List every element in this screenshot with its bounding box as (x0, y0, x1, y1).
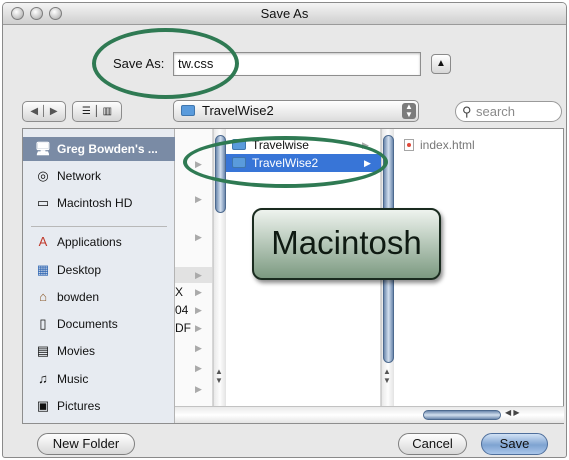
title-bar: Save As (3, 3, 566, 25)
cancel-button[interactable]: Cancel (398, 433, 467, 455)
list-item[interactable]: 04 (175, 301, 188, 319)
chevron-right-icon: ▶ (195, 323, 202, 333)
search-field[interactable]: ⚲ search (455, 101, 562, 122)
movies-icon: ▤ (36, 343, 50, 358)
horizontal-scroll-thumb[interactable] (423, 410, 501, 420)
folder-icon (232, 157, 246, 168)
sidebar-separator (31, 226, 167, 227)
selected-row-gray (175, 267, 212, 283)
expand-dialog-button[interactable]: ▲ (431, 54, 451, 74)
sidebar-item-movies[interactable]: ▤ Movies (23, 339, 175, 363)
chevron-right-icon: ▶ (195, 232, 202, 242)
window-title: Save As (260, 6, 309, 21)
back-icon[interactable]: ◀ (30, 106, 38, 117)
chevron-right-icon: ▶ (195, 305, 202, 315)
scroll-arrows-icon[interactable]: ▲ ▼ (215, 367, 223, 385)
chevron-right-icon: ▶ (364, 158, 371, 168)
back-forward-buttons[interactable]: ◀ │ ▶ (22, 101, 66, 122)
view-mode-buttons[interactable]: ☰ │ ▥ (72, 101, 122, 122)
scroll-thumb[interactable] (215, 135, 226, 213)
computer-icon: 🖥 (34, 141, 52, 156)
popup-arrows-icon: ▲ ▼ (402, 103, 416, 119)
hard-drive-icon: ▭ (36, 195, 50, 210)
pictures-icon: ▣ (36, 398, 50, 413)
network-icon: ◎ (37, 168, 49, 183)
column-view-icon[interactable]: ▥ (103, 106, 112, 117)
home-icon: ⌂ (39, 289, 47, 304)
triangle-up-icon: ▲ (436, 58, 446, 69)
folder-icon (181, 105, 195, 116)
sidebar-item-bowden[interactable]: ⌂ bowden (23, 285, 175, 309)
documents-icon: ▯ (39, 316, 47, 331)
chevron-right-icon: ▶ (195, 287, 202, 297)
save-button[interactable]: Save (481, 433, 548, 455)
desktop-icon: ▦ (36, 262, 50, 277)
search-placeholder: search (476, 104, 516, 119)
sidebar-item-desktop[interactable]: ▦ Desktop (23, 258, 175, 282)
chevron-right-icon: ▶ (195, 384, 202, 394)
folder-item-travelwise2[interactable]: TravelWise2 ▶ (226, 154, 381, 172)
scroll-arrows-icon[interactable]: ▲ ▼ (383, 367, 391, 385)
sidebar-item-macintosh-hd[interactable]: ▭ Macintosh HD (23, 191, 175, 215)
new-folder-button[interactable]: New Folder (37, 433, 135, 455)
sidebar-item-network[interactable]: ◎ Network (23, 164, 175, 188)
column-scrollbar[interactable]: ▲ ▼ (213, 129, 226, 406)
sidebar: 🖥 Greg Bowden's ... ◎ Network ▭ Macintosh H… (23, 129, 175, 423)
location-label: TravelWise2 (202, 103, 274, 118)
sidebar-item-pictures[interactable]: ▣ Pictures (23, 394, 175, 418)
chevron-right-icon: ▶ (362, 140, 369, 150)
column-partial: ▶ ▶ ▶ ▶ X ▶ 04 ▶ DF ▶ ▶ ▶ ▶ (175, 129, 213, 406)
list-item[interactable]: DF (175, 319, 191, 337)
forward-icon[interactable]: ▶ (50, 106, 58, 117)
music-icon: ♫ (38, 371, 48, 386)
list-view-icon[interactable]: ☰ (82, 106, 91, 117)
location-popup[interactable]: TravelWise2 ▲ ▼ (173, 100, 419, 122)
sidebar-item-computer[interactable]: 🖥 Greg Bowden's ... (23, 137, 175, 161)
html-file-icon (404, 139, 414, 151)
folder-icon (232, 139, 246, 150)
search-icon: ⚲ (462, 104, 472, 119)
chevron-right-icon: ▶ (195, 159, 202, 169)
horizontal-scrollbar[interactable]: ◀ ▶ (175, 406, 564, 423)
save-as-label: Save As: (113, 56, 165, 71)
save-dialog: Save As Save As: tw.css ▲ ◀ │ ▶ ☰ │ ▥ Tr… (2, 2, 567, 458)
sidebar-item-music[interactable]: ♫ Music (23, 367, 175, 391)
applications-icon: A (38, 234, 48, 249)
sidebar-item-applications[interactable]: A Applications (23, 230, 175, 254)
chevron-right-icon: ▶ (195, 194, 202, 204)
folder-item-travelwise[interactable]: Travelwise ▶ (232, 136, 372, 154)
file-item-index[interactable]: index.html (404, 136, 475, 154)
chevron-right-icon: ▶ (195, 270, 202, 280)
list-item[interactable]: X (175, 283, 183, 301)
chevron-right-icon: ▶ (195, 343, 202, 353)
sidebar-item-documents[interactable]: ▯ Documents (23, 312, 175, 336)
filename-field[interactable]: tw.css (173, 52, 421, 76)
macintosh-overlay-label: Macintosh (252, 208, 441, 280)
scroll-left-right-icon[interactable]: ◀ ▶ (505, 408, 520, 417)
chevron-right-icon: ▶ (195, 363, 202, 373)
